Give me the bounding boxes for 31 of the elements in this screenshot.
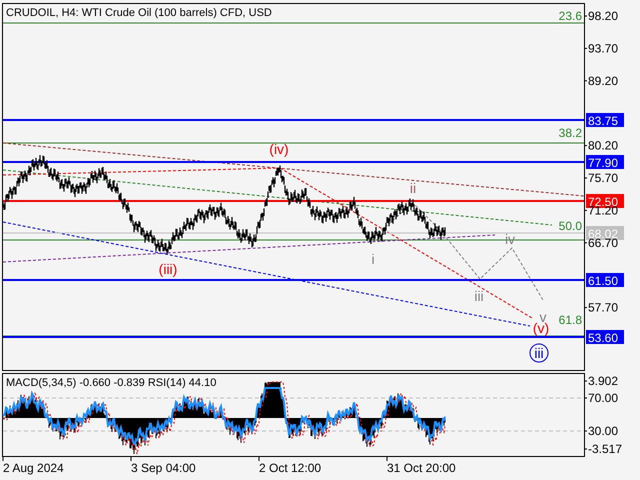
fibonacci-label: 50.0: [558, 219, 582, 233]
price-tag: 77.90: [588, 156, 618, 170]
time-axis-label: 2 Oct 12:00: [259, 461, 322, 475]
indicator-axis-label: 70.00: [588, 391, 618, 405]
chart-title: CRUDOIL, H4: WTI Crude Oil (100 barrels) CFD, USD: [6, 7, 272, 19]
time-axis-label: 31 Oct 20:00: [387, 461, 456, 475]
price-axis-label: 75.70: [588, 171, 618, 185]
price-axis-label: 98.20: [588, 9, 618, 23]
time-axis-label: 3 Sep 04:00: [131, 461, 196, 475]
fibonacci-label: 61.8: [558, 313, 582, 327]
fibonacci-label: 23.6: [558, 9, 582, 23]
price-tag: 53.60: [588, 331, 618, 345]
wave-label: (iv): [269, 141, 289, 157]
indicator-legend: MACD(5,34,5) -0.660 -0.839 RSI(14) 44.10: [6, 377, 216, 389]
fibonacci-label: 38.2: [558, 126, 582, 140]
price-axis-label: 93.70: [588, 41, 618, 56]
price-tag: 83.75: [588, 114, 618, 128]
price-axis-label: 80.20: [588, 138, 618, 153]
price-tag: 61.50: [588, 274, 618, 288]
indicator-axis-label: -3.517: [588, 442, 622, 456]
price-axis-label: 57.70: [588, 300, 618, 315]
wave-label: iii: [474, 288, 484, 304]
wave-label: i: [371, 251, 375, 267]
wave-label: ii: [410, 180, 416, 196]
wave-label: iii: [530, 344, 548, 362]
wave-label: v: [540, 309, 546, 325]
indicator-axis-label: 3.902: [588, 374, 618, 388]
wave-label: (iii): [158, 261, 178, 277]
indicator-axis-label: 30.00: [588, 424, 618, 438]
time-axis-label: 2 Aug 2024: [3, 461, 64, 475]
price-axis-label: 89.20: [588, 74, 618, 88]
